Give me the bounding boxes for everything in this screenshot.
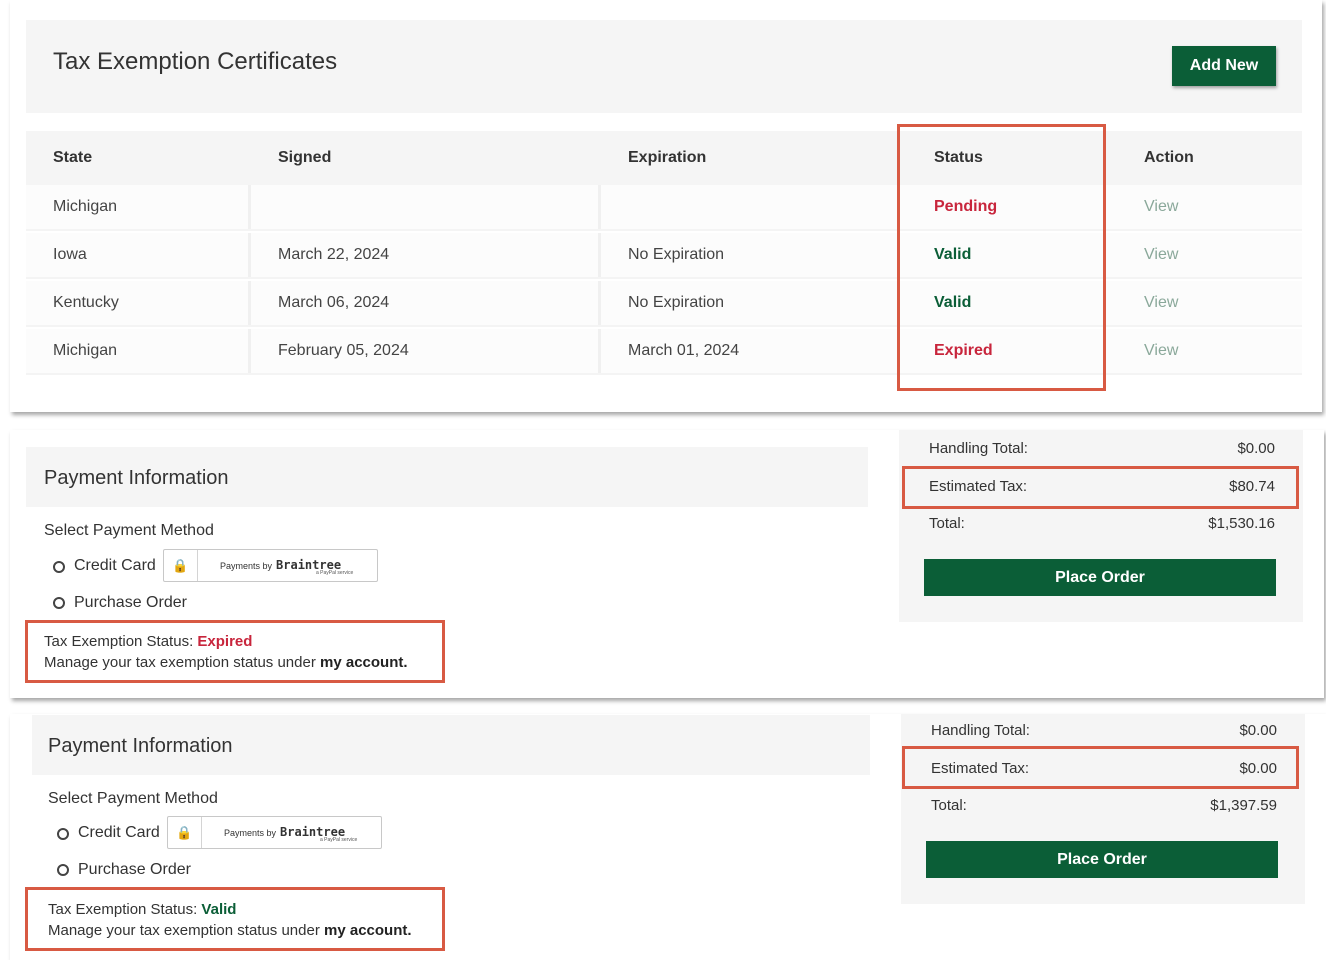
select-payment-method-label: Select Payment Method <box>44 522 214 539</box>
total-label: Total: <box>931 797 967 814</box>
tax-status-highlight <box>25 620 445 683</box>
table-row: Michigan Pending View <box>26 185 1302 231</box>
order-summary: Handling Total: $0.00 Estimated Tax: $0.… <box>901 714 1305 904</box>
add-new-button[interactable]: Add New <box>1172 46 1276 86</box>
handling-total-row: Handling Total: $0.00 <box>931 722 1277 739</box>
payment-title: Payment Information <box>44 467 229 489</box>
cell-signed: March 22, 2024 <box>278 246 390 263</box>
column-header-action: Action <box>1144 149 1194 166</box>
tax-status-highlight <box>25 887 445 951</box>
braintree-prefix: Payments by <box>220 561 273 571</box>
order-summary: Handling Total: $0.00 Estimated Tax: $80… <box>899 430 1303 622</box>
page-title: Tax Exemption Certificates <box>53 48 338 75</box>
credit-card-radio[interactable] <box>53 561 65 573</box>
cell-state: Michigan <box>53 198 118 215</box>
cell-state: Michigan <box>53 342 118 359</box>
cell-signed: March 06, 2024 <box>278 294 390 311</box>
cell-signed: February 05, 2024 <box>278 342 409 359</box>
cell-expiration: No Expiration <box>628 294 725 311</box>
view-link[interactable]: View <box>1144 185 1178 229</box>
purchase-order-label[interactable]: Purchase Order <box>78 861 191 879</box>
place-order-button[interactable]: Place Order <box>926 841 1278 878</box>
cell-expiration: No Expiration <box>628 246 725 263</box>
table-header-row: State Signed Expiration Status Action <box>26 131 1302 185</box>
handling-total-value: $0.00 <box>1237 440 1275 457</box>
table-row: Iowa March 22, 2024 No Expiration Valid … <box>26 233 1302 279</box>
paypal-service-text: a PayPal service <box>316 570 354 576</box>
place-order-button[interactable]: Place Order <box>924 559 1276 596</box>
total-row: Total: $1,397.59 <box>931 797 1277 814</box>
purchase-order-radio[interactable] <box>57 864 69 876</box>
purchase-order-radio[interactable] <box>53 597 65 609</box>
payment-title: Payment Information <box>48 735 233 757</box>
cell-expiration: March 01, 2024 <box>628 342 740 359</box>
total-label: Total: <box>929 515 965 532</box>
lock-icon: 🔒 <box>168 817 202 848</box>
estimated-tax-highlight <box>902 746 1299 789</box>
column-header-state: State <box>53 149 93 166</box>
payment-header: Payment Information <box>32 715 870 775</box>
handling-total-row: Handling Total: $0.00 <box>929 440 1275 457</box>
view-link[interactable]: View <box>1144 281 1178 325</box>
table-row: Kentucky March 06, 2024 No Expiration Va… <box>26 281 1302 327</box>
column-header-signed: Signed <box>278 149 332 166</box>
column-header-expiration: Expiration <box>628 149 707 166</box>
payment-header: Payment Information <box>26 447 868 507</box>
credit-card-label[interactable]: Credit Card <box>74 557 156 575</box>
purchase-order-label[interactable]: Purchase Order <box>74 594 187 612</box>
payment-panel-expired: Payment Information Select Payment Metho… <box>10 430 1324 698</box>
total-row: Total: $1,530.16 <box>929 515 1275 532</box>
handling-total-label: Handling Total: <box>929 440 1028 457</box>
lock-icon: 🔒 <box>164 550 198 581</box>
braintree-badge: 🔒 Payments by Braintree a PayPal service <box>167 816 382 849</box>
total-value: $1,397.59 <box>1210 797 1277 814</box>
handling-total-value: $0.00 <box>1239 722 1277 739</box>
certificates-header: Tax Exemption Certificates Add New <box>26 20 1302 113</box>
table-row: Michigan February 05, 2024 March 01, 202… <box>26 329 1302 375</box>
cell-state: Kentucky <box>53 294 119 311</box>
tax-exemption-certificates-panel: Tax Exemption Certificates Add New State… <box>10 0 1322 412</box>
status-column-highlight <box>897 124 1106 391</box>
braintree-prefix: Payments by <box>224 828 277 838</box>
credit-card-label[interactable]: Credit Card <box>78 824 160 842</box>
total-value: $1,530.16 <box>1208 515 1275 532</box>
braintree-badge: 🔒 Payments by Braintree a PayPal service <box>163 549 378 582</box>
select-payment-method-label: Select Payment Method <box>48 790 218 807</box>
cell-state: Iowa <box>53 246 87 263</box>
estimated-tax-highlight <box>902 466 1299 509</box>
view-link[interactable]: View <box>1144 329 1178 373</box>
view-link[interactable]: View <box>1144 233 1178 277</box>
handling-total-label: Handling Total: <box>931 722 1030 739</box>
paypal-service-text: a PayPal service <box>320 837 358 843</box>
credit-card-radio[interactable] <box>57 828 69 840</box>
payment-panel-valid: Payment Information Select Payment Metho… <box>10 714 1326 960</box>
